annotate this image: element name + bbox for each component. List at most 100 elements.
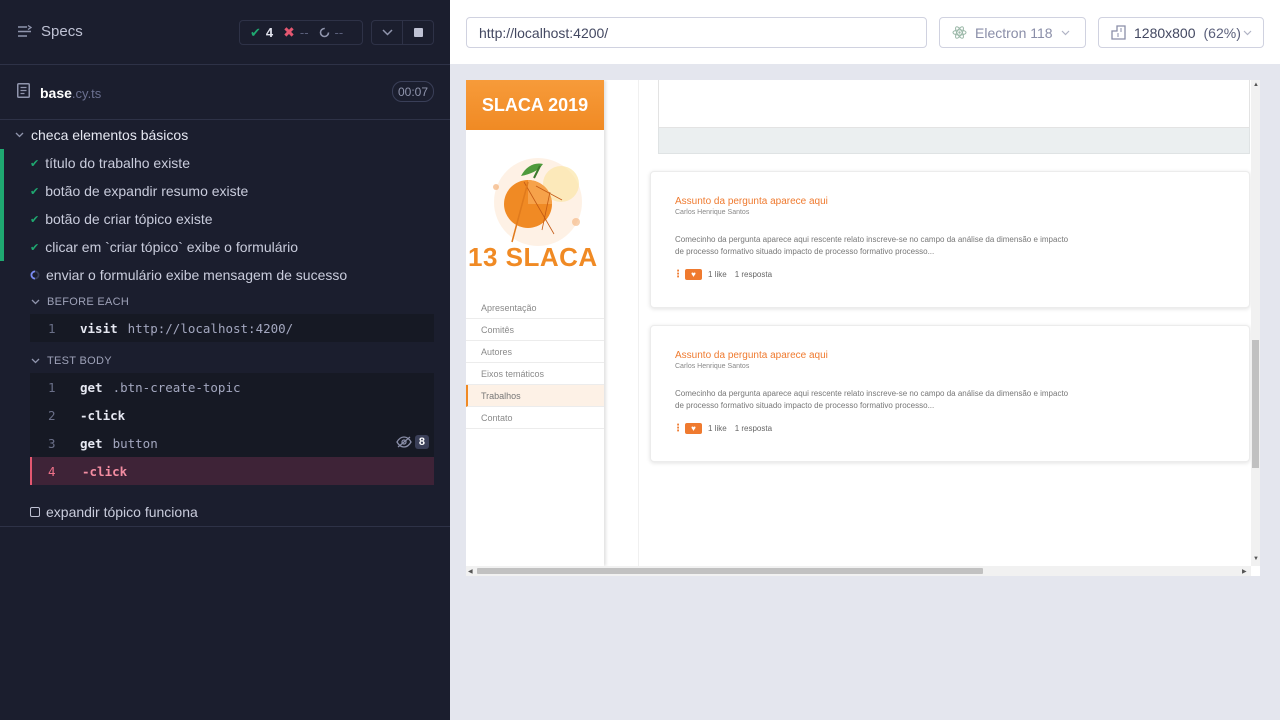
topic-body: Comecinho da pergunta aparece aqui resce… bbox=[675, 388, 1135, 412]
menu-item-contato[interactable]: Contato bbox=[466, 407, 604, 429]
command-name: get bbox=[80, 379, 103, 395]
command-number: 1 bbox=[48, 379, 56, 395]
command-row[interactable]: 3 get button 8 bbox=[30, 429, 434, 457]
eye-slash-icon bbox=[396, 436, 412, 448]
command-number: 1 bbox=[48, 320, 56, 336]
check-icon: ✔ bbox=[250, 24, 261, 40]
more-options-icon[interactable]: ⋮ bbox=[673, 423, 683, 433]
command-message: .btn-create-topic bbox=[112, 379, 241, 395]
vertical-scrollbar[interactable]: ▲ ▼ bbox=[1251, 80, 1260, 566]
topic-title[interactable]: Assunto da pergunta aparece aqui bbox=[675, 196, 828, 207]
suite-title-row[interactable]: checa elementos básicos bbox=[0, 121, 450, 149]
test-label: título do trabalho existe bbox=[45, 155, 190, 171]
before-each-hook-title[interactable]: BEFORE EACH bbox=[0, 289, 450, 314]
topic-actions: ⋮ ♥ 1 like 1 resposta bbox=[673, 269, 772, 280]
command-row[interactable]: 2 -click bbox=[30, 401, 434, 429]
test-row[interactable]: ✔ botão de criar tópico existe bbox=[0, 205, 450, 233]
scroll-right-arrow-icon[interactable]: ▶ bbox=[1242, 568, 1247, 575]
scroll-up-arrow-icon[interactable]: ▲ bbox=[1253, 82, 1259, 88]
test-label: expandir tópico funciona bbox=[46, 504, 198, 520]
topic-title[interactable]: Assunto da pergunta aparece aqui bbox=[675, 350, 828, 361]
menu-item-trabalhos[interactable]: Trabalhos bbox=[466, 385, 604, 407]
stop-icon bbox=[413, 28, 423, 37]
topic-body-line: de processo formativo situado impacto de… bbox=[675, 401, 935, 410]
electron-icon bbox=[952, 26, 967, 39]
specs-button[interactable]: Specs bbox=[17, 23, 83, 40]
url-field[interactable]: http://localhost:4200/ bbox=[466, 17, 927, 48]
command-row[interactable]: 1 get .btn-create-topic bbox=[30, 373, 434, 401]
run-stats: ✔ 4 ✖ -- -- bbox=[239, 20, 363, 45]
pending-count: -- bbox=[334, 25, 344, 40]
collapse-button[interactable] bbox=[372, 21, 402, 44]
spec-filename: base.cy.ts bbox=[40, 85, 101, 101]
like-heart-icon[interactable]: ♥ bbox=[685, 269, 702, 280]
viewport-size: 1280x800 bbox=[1134, 24, 1196, 41]
specs-list-icon bbox=[18, 25, 32, 37]
test-row-running[interactable]: enviar o formulário exibe mensagem de su… bbox=[0, 261, 450, 289]
horizontal-scrollbar[interactable]: ◀ ▶ bbox=[466, 566, 1251, 576]
check-icon: ✔ bbox=[30, 157, 40, 170]
command-name: get bbox=[80, 435, 103, 451]
menu-item-apresentacao[interactable]: Apresentação bbox=[466, 297, 604, 319]
menu-item-autores[interactable]: Autores bbox=[466, 341, 604, 363]
pending-spinner-icon bbox=[319, 27, 329, 38]
more-options-icon[interactable]: ⋮ bbox=[673, 269, 683, 279]
topic-card[interactable]: Assunto da pergunta aparece aqui Carlos … bbox=[650, 325, 1250, 462]
spec-duration: 00:07 bbox=[392, 81, 434, 102]
test-row[interactable]: ✔ clicar em `criar tópico` exibe o formu… bbox=[0, 233, 450, 261]
chevron-down-icon bbox=[1061, 30, 1070, 35]
ruler-icon bbox=[1111, 25, 1126, 40]
scroll-left-arrow-icon[interactable]: ◀ bbox=[468, 568, 473, 575]
brand-header[interactable]: SLACA 2019 bbox=[466, 80, 604, 130]
command-name: -click bbox=[82, 463, 128, 479]
form-card-footer bbox=[658, 128, 1250, 154]
like-count: 1 like bbox=[708, 424, 727, 433]
run-controls bbox=[371, 20, 434, 45]
chevron-down-icon bbox=[31, 358, 40, 363]
menu-item-eixos[interactable]: Eixos temáticos bbox=[466, 363, 604, 385]
test-label: clicar em `criar tópico` exibe o formulá… bbox=[45, 239, 299, 255]
check-icon: ✔ bbox=[30, 213, 40, 226]
hook-label: BEFORE EACH bbox=[47, 295, 130, 308]
vertical-scroll-thumb[interactable] bbox=[1252, 340, 1259, 468]
content-divider bbox=[638, 80, 639, 566]
spec-name: base bbox=[40, 85, 72, 101]
scroll-down-arrow-icon[interactable]: ▼ bbox=[1253, 556, 1259, 562]
suite-title: checa elementos básicos bbox=[31, 127, 189, 143]
like-heart-icon[interactable]: ♥ bbox=[685, 423, 702, 434]
stop-button[interactable] bbox=[402, 21, 433, 44]
check-icon: ✔ bbox=[30, 185, 40, 198]
runner-toolbar: http://localhost:4200/ Electron 118 1280… bbox=[450, 0, 1280, 64]
suite: checa elementos básicos ✔ título do trab… bbox=[0, 121, 450, 485]
menu-item-comites[interactable]: Comitês bbox=[466, 319, 604, 341]
spec-file-row[interactable]: base.cy.ts 00:07 bbox=[0, 65, 450, 120]
command-number: 2 bbox=[48, 407, 56, 423]
topic-card[interactable]: Assunto da pergunta aparece aqui Carlos … bbox=[650, 171, 1250, 308]
browser-selector[interactable]: Electron 118 bbox=[939, 17, 1086, 48]
command-number: 3 bbox=[48, 435, 56, 451]
command-row[interactable]: 1 visit http://localhost:4200/ bbox=[30, 314, 434, 342]
topic-body-line: de processo formativo situado impacto de… bbox=[675, 247, 935, 256]
test-row[interactable]: ✔ título do trabalho existe bbox=[0, 149, 450, 177]
pending-stat: -- bbox=[319, 25, 344, 40]
failed-stat: ✖ -- bbox=[283, 24, 308, 41]
running-spinner-icon bbox=[30, 270, 40, 280]
test-label: botão de expandir resumo existe bbox=[45, 183, 249, 199]
viewport-scale: (62%) bbox=[1203, 24, 1241, 41]
chevron-down-icon bbox=[31, 299, 40, 304]
reporter-panel: Specs ✔ 4 ✖ -- -- base.cy.ts 00:07 checa… bbox=[0, 0, 450, 720]
horizontal-scroll-thumb[interactable] bbox=[477, 568, 983, 574]
command-message: button bbox=[112, 435, 158, 451]
test-body-title[interactable]: TEST BODY bbox=[0, 348, 450, 373]
reporter-header: Specs ✔ 4 ✖ -- -- bbox=[0, 0, 450, 65]
topic-actions: ⋮ ♥ 1 like 1 resposta bbox=[673, 423, 772, 434]
topic-author: Carlos Henrique Santos bbox=[675, 209, 750, 216]
test-row[interactable]: ✔ botão de expandir resumo existe bbox=[0, 177, 450, 205]
test-row-pending[interactable]: expandir tópico funciona bbox=[0, 498, 450, 527]
viewport-selector[interactable]: 1280x800 (62%) bbox=[1098, 17, 1264, 48]
command-name: -click bbox=[80, 407, 126, 423]
spec-ext: .cy.ts bbox=[71, 86, 102, 101]
topic-body: Comecinho da pergunta aparece aqui resce… bbox=[675, 234, 1135, 258]
command-row-failed[interactable]: 4 -click bbox=[30, 457, 434, 485]
app-menu: Apresentação Comitês Autores Eixos temát… bbox=[466, 297, 604, 429]
